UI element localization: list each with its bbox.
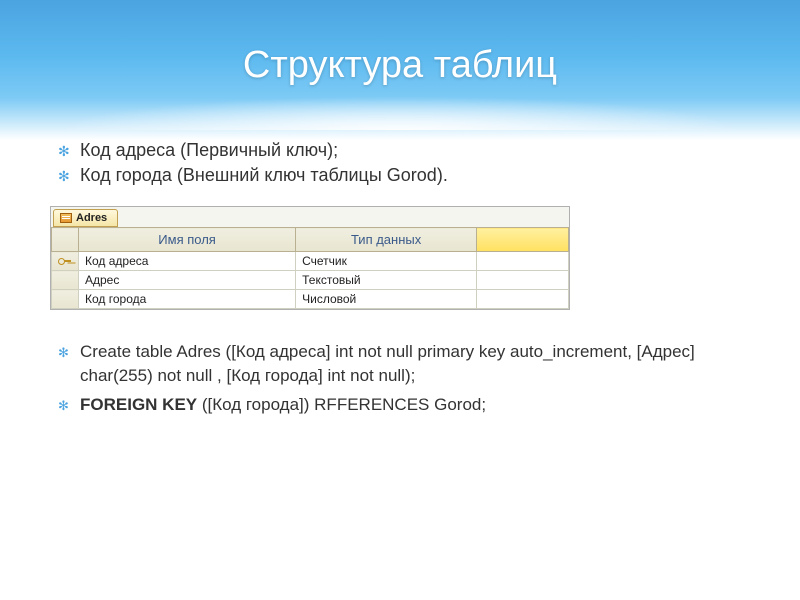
extra-cell — [477, 252, 569, 271]
table-tab-label: Adres — [76, 212, 107, 224]
field-type-cell: Числовой — [296, 290, 477, 309]
list-item: Код города (Внешний ключ таблицы Gorod). — [50, 165, 750, 186]
slide-title: Структура таблиц — [243, 44, 557, 87]
slide-header: Структура таблиц — [0, 0, 800, 140]
table-row: Адрес Текстовый — [52, 271, 569, 290]
table-icon — [60, 213, 72, 223]
table-header-row: Имя поля Тип данных — [52, 228, 569, 252]
extra-cell — [477, 271, 569, 290]
column-header-extra — [477, 228, 569, 252]
field-name-cell: Код города — [79, 290, 296, 309]
field-name-cell: Код адреса — [79, 252, 296, 271]
top-bullet-list: Код адреса (Первичный ключ); Код города … — [50, 140, 750, 186]
list-item: Create table Adres ([Код адреса] int not… — [50, 340, 750, 388]
field-definition-table: Имя поля Тип данных Код адреса Счетчик А… — [51, 227, 569, 309]
field-type-cell: Текстовый — [296, 271, 477, 290]
foreign-key-keyword: FOREIGN KEY — [80, 395, 197, 414]
slide-content: Код адреса (Первичный ключ); Код города … — [0, 140, 800, 416]
column-header-type: Тип данных — [296, 228, 477, 252]
column-header-field: Имя поля — [79, 228, 296, 252]
primary-key-icon — [58, 257, 72, 265]
list-item: Код адреса (Первичный ключ); — [50, 140, 750, 161]
row-selector — [52, 271, 79, 290]
table-tab: Adres — [53, 209, 118, 227]
db-table-panel: Adres Имя поля Тип данных Код адреса Сче… — [50, 206, 570, 310]
table-row: Код города Числовой — [52, 290, 569, 309]
row-selector — [52, 290, 79, 309]
extra-cell — [477, 290, 569, 309]
field-name-cell: Адрес — [79, 271, 296, 290]
list-item: FOREIGN KEY ([Код города]) RFFERENCES Go… — [50, 393, 750, 417]
field-type-cell: Счетчик — [296, 252, 477, 271]
sql-bullet-list: Create table Adres ([Код адреса] int not… — [50, 340, 750, 416]
foreign-key-rest: ([Код города]) RFFERENCES Gorod; — [197, 395, 486, 414]
row-selector-header — [52, 228, 79, 252]
row-selector — [52, 252, 79, 271]
table-row: Код адреса Счетчик — [52, 252, 569, 271]
